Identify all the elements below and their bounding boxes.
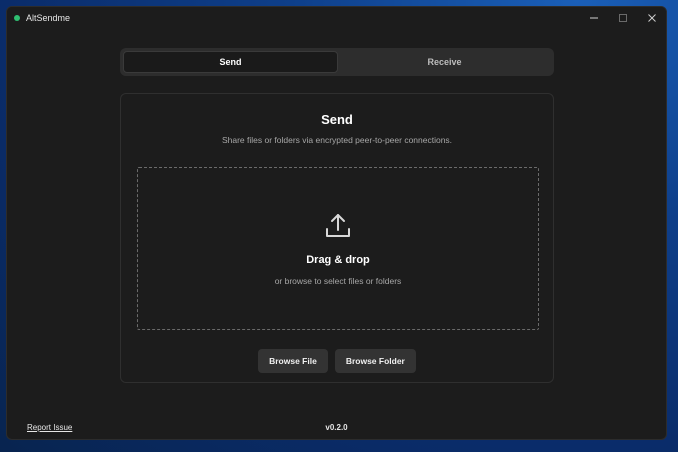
drop-zone[interactable]: Drag & drop or browse to select files or… — [137, 167, 539, 330]
browse-folder-button[interactable]: Browse Folder — [334, 349, 416, 373]
mode-tabs: Send Receive — [120, 48, 554, 76]
send-title: Send — [321, 112, 353, 127]
version-label: v0.2.0 — [325, 423, 348, 432]
maximize-button[interactable] — [608, 7, 637, 29]
drop-subtitle: or browse to select files or folders — [274, 276, 402, 286]
upload-icon — [326, 214, 350, 237]
close-icon — [647, 14, 656, 22]
minimize-icon — [589, 17, 598, 19]
app-window: AltSendme Send Receive Send Share files … — [6, 6, 667, 440]
maximize-icon — [618, 14, 627, 22]
window-title: AltSendme — [26, 13, 71, 23]
app-logo-icon — [14, 15, 20, 21]
close-button[interactable] — [637, 7, 666, 29]
send-card: Send Share files or folders via encrypte… — [120, 93, 554, 383]
window-controls — [579, 7, 666, 29]
browse-file-button[interactable]: Browse File — [258, 349, 328, 373]
tab-receive[interactable]: Receive — [338, 51, 551, 73]
send-subtitle: Share files or folders via encrypted pee… — [221, 135, 453, 145]
tab-send[interactable]: Send — [123, 51, 338, 73]
minimize-button[interactable] — [579, 7, 608, 29]
drop-title: Drag & drop — [306, 254, 370, 266]
title-bar: AltSendme — [7, 7, 666, 29]
browse-buttons: Browse File Browse Folder — [121, 349, 553, 373]
